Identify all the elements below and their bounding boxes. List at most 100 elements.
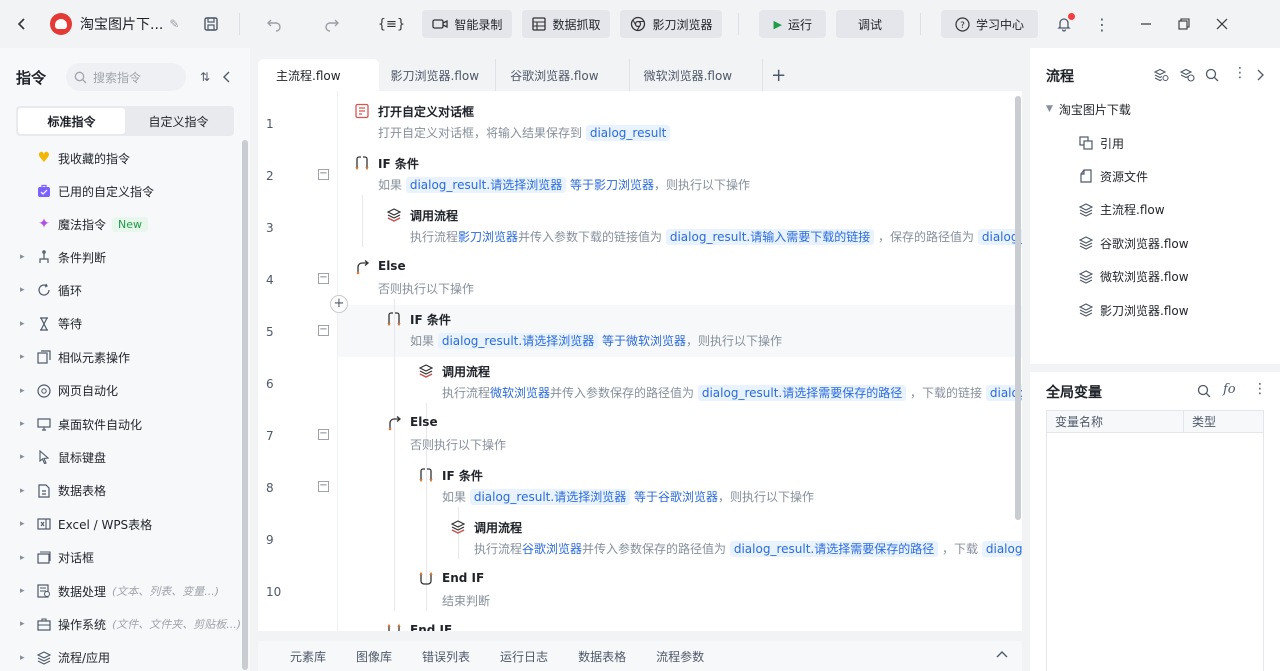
tab-data-table[interactable]: 数据表格	[578, 648, 626, 665]
vars-search-icon[interactable]	[1197, 384, 1211, 398]
expand-panel-icon[interactable]	[1256, 69, 1264, 81]
category-item-similar-elements[interactable]: ▸ 相似元素操作	[20, 347, 130, 367]
variable-braces-icon[interactable]: {≡}	[376, 10, 406, 38]
flow-settings-icon[interactable]	[1180, 68, 1195, 82]
flow-search-icon[interactable]	[1205, 68, 1219, 82]
data-scrape-button[interactable]: 数据抓取	[522, 10, 611, 38]
app-logo	[50, 13, 72, 35]
command-list-scrollbar[interactable]	[242, 140, 248, 670]
else-icon	[354, 259, 370, 275]
more-vertical-icon[interactable]: ⋮	[1088, 10, 1116, 38]
back-arrow-icon[interactable]	[8, 10, 36, 38]
learning-center-button[interactable]: ? 学习中心	[940, 10, 1038, 38]
tree-item[interactable]: 谷歌浏览器.flow	[1078, 233, 1189, 253]
variable-chip[interactable]: dialog_result.请输入需要下载的链接	[665, 229, 875, 245]
run-label: 运行	[787, 17, 812, 32]
undo-icon[interactable]	[260, 10, 288, 38]
category-item-dialog[interactable]: ▸ 对话框	[20, 548, 94, 568]
fold-toggle-icon[interactable]: −	[318, 325, 329, 336]
collapse-panel-icon[interactable]	[222, 71, 232, 83]
command-search-input[interactable]: 搜索指令	[66, 63, 186, 91]
tab-run-log[interactable]: 运行日志	[500, 648, 548, 665]
variable-chip[interactable]: dialog_result.请选择需要保存的路径	[697, 385, 907, 401]
line-number: 8	[266, 481, 274, 495]
category-item-data-process[interactable]: ▸ 数据处理 (文本、列表、变量...)	[20, 581, 219, 601]
global-vars-table: 变量名称 类型	[1046, 410, 1264, 671]
run-button[interactable]: ▶ 运行	[759, 10, 826, 38]
variable-chip[interactable]: dialog_result.请选择浏览器	[469, 489, 631, 505]
notification-bell-icon[interactable]	[1050, 10, 1078, 38]
favorite-commands-item[interactable]: ♥ 我收藏的指令	[36, 148, 130, 168]
project-title[interactable]: 淘宝图片下...	[80, 14, 163, 34]
add-step-icon[interactable]: +	[330, 295, 348, 313]
command-panel: 指令 搜索指令 ⇅ 标准指令 自定义指令 ♥ 我收藏的指令 已用的自定义指令 ✦…	[0, 48, 250, 671]
tab-standard-commands[interactable]: 标准指令	[18, 108, 125, 134]
tree-item[interactable]: 微软浏览器.flow	[1078, 267, 1189, 287]
smart-record-button[interactable]: 智能录制	[422, 10, 513, 38]
fold-toggle-icon[interactable]: −	[318, 481, 329, 492]
tree-item[interactable]: 资源文件	[1078, 166, 1148, 186]
sort-icon[interactable]: ⇅	[200, 70, 210, 84]
category-item-os[interactable]: ▸ 操作系统 (文件、文件夹、剪贴板...)	[20, 614, 241, 634]
save-icon[interactable]	[197, 10, 225, 38]
variable-chip[interactable]: dialog_result.请选择浏览器	[437, 333, 599, 349]
function-var-icon[interactable]: fo	[1223, 382, 1236, 397]
restore-window-icon[interactable]	[1170, 10, 1198, 38]
category-item-table[interactable]: ▸ 数据表格	[20, 481, 106, 501]
fold-toggle-icon[interactable]: −	[318, 273, 329, 284]
tree-item[interactable]: 引用	[1078, 133, 1124, 153]
category-item-browser[interactable]: ▸ 网页自动化	[20, 381, 118, 401]
edit-pencil-icon[interactable]: ✎	[169, 17, 179, 31]
tab-error-list[interactable]: 错误列表	[422, 648, 470, 665]
category-item-monitor[interactable]: ▸ 桌面软件自动化	[20, 414, 142, 434]
tab-custom-commands[interactable]: 自定义指令	[125, 108, 232, 134]
category-item-excel[interactable]: ▸ Excel / WPS表格	[20, 514, 152, 534]
variable-chip[interactable]: dialog_result.请选择浏览器	[405, 177, 567, 193]
step-title: Else	[378, 259, 406, 273]
category-item-branch[interactable]: ▸ 条件判断	[20, 247, 106, 267]
variable-chip[interactable]: dialog_result.请选择需要保存的路径	[729, 541, 939, 557]
heart-icon: ♥	[37, 150, 51, 166]
layers-icon	[36, 650, 52, 666]
tree-item[interactable]: 影刀浏览器.flow	[1078, 300, 1189, 320]
caret-right-icon: ▸	[20, 419, 25, 429]
tab-main-flow[interactable]: 主流程.flow	[258, 59, 379, 91]
used-custom-commands-item[interactable]: 已用的自定义指令	[36, 181, 154, 201]
category-label: 鼠标键盘	[58, 450, 107, 465]
magic-commands-item[interactable]: ✦ 魔法指令 New	[36, 214, 149, 234]
tree-item[interactable]: 主流程.flow	[1078, 200, 1165, 220]
variable-chip[interactable]: dialog_result.请输入需要下载的链接	[981, 541, 1022, 557]
variable-chip[interactable]: dialog_result	[585, 125, 671, 141]
editor-scrollbar[interactable]	[1015, 96, 1021, 520]
tab-image-library[interactable]: 图像库	[356, 648, 392, 665]
browser-button[interactable]: 影刀浏览器	[620, 10, 723, 38]
tab-edge-flow[interactable]: 微软浏览器.flow	[630, 59, 764, 91]
column-var-type[interactable]: 类型	[1184, 411, 1263, 432]
tab-yingdao-browser-flow[interactable]: 影刀浏览器.flow	[379, 59, 497, 91]
fold-toggle-icon[interactable]: −	[318, 429, 329, 440]
close-icon[interactable]	[1208, 10, 1236, 38]
project-tree-root[interactable]: ▼ 淘宝图片下载	[1046, 99, 1131, 119]
minimize-icon[interactable]	[1132, 10, 1160, 38]
tab-flow-params[interactable]: 流程参数	[656, 648, 704, 665]
flow-more-icon[interactable]: ⋮	[1233, 65, 1247, 81]
desc-text: 并传入参数保存的路径值为	[550, 386, 698, 400]
tree-item-label: 影刀浏览器.flow	[1100, 303, 1189, 318]
line-number: 10	[266, 585, 282, 599]
new-flow-icon[interactable]	[1154, 68, 1169, 82]
sparkle-icon: ✦	[38, 216, 50, 232]
fold-toggle-icon[interactable]: −	[318, 169, 329, 180]
category-item-hourglass[interactable]: ▸ 等待	[20, 314, 82, 334]
chevron-up-icon[interactable]	[996, 650, 1008, 658]
category-item-cursor[interactable]: ▸ 鼠标键盘	[20, 447, 106, 467]
category-item-layers[interactable]: ▸ 流程/应用	[20, 648, 110, 668]
column-var-name[interactable]: 变量名称	[1047, 411, 1184, 432]
redo-icon[interactable]	[318, 10, 346, 38]
category-item-loop[interactable]: ▸ 循环	[20, 280, 82, 300]
tab-element-library[interactable]: 元素库	[290, 648, 326, 665]
vars-more-icon[interactable]: ⋮	[1253, 381, 1267, 397]
add-tab-icon[interactable]: +	[763, 59, 794, 91]
tab-chrome-flow[interactable]: 谷歌浏览器.flow	[496, 59, 630, 91]
debug-button[interactable]: 调试	[835, 10, 904, 38]
desc-text: 如果	[442, 490, 470, 504]
